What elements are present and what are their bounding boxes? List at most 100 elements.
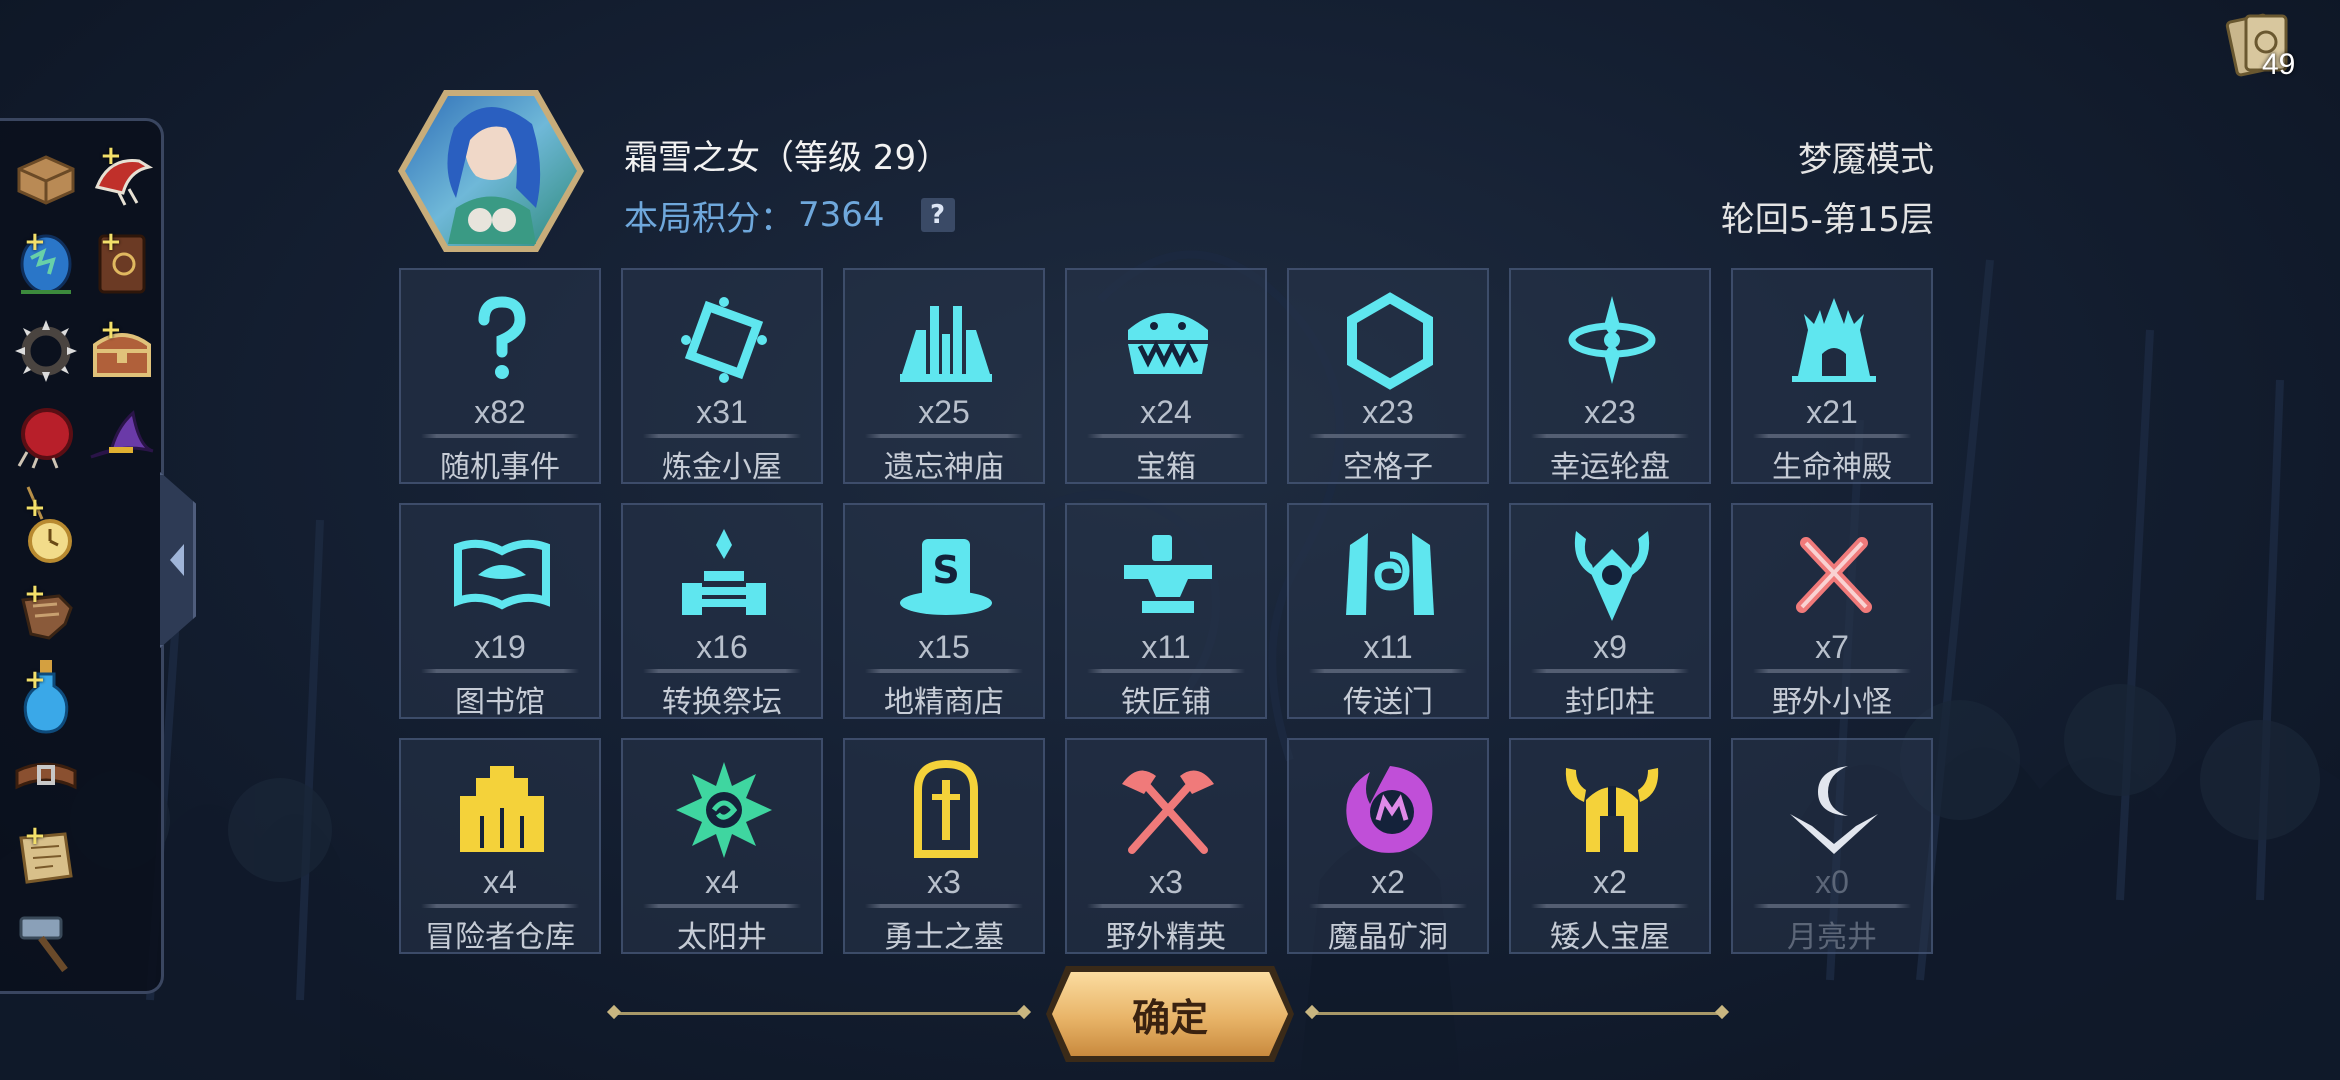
score-help-button[interactable]: ? xyxy=(920,198,955,232)
inventory-item-belt[interactable] xyxy=(10,741,82,813)
tile-seal-pillar[interactable]: x9 封印柱 xyxy=(1509,503,1711,720)
tile-label: 野外精英 xyxy=(1106,920,1226,955)
roulette-icon xyxy=(1568,296,1656,384)
inventory-item-parcel[interactable] xyxy=(10,141,82,213)
inventory-item-spiked-collar[interactable] xyxy=(10,315,82,387)
tile-label: 图书馆 xyxy=(455,685,545,720)
score-value: 7364 xyxy=(798,195,885,235)
tile-goblin-shop[interactable]: S x15 地精商店 xyxy=(843,503,1045,720)
upgrade-plus-icon: + xyxy=(24,493,46,523)
tile-life-shrine[interactable]: x21 生命神殿 xyxy=(1731,268,1933,485)
tile-lucky-roulette[interactable]: x23 幸运轮盘 xyxy=(1509,268,1711,485)
tile-count: x3 xyxy=(1149,864,1183,900)
tile-label: 幸运轮盘 xyxy=(1550,450,1670,485)
tile-count: x7 xyxy=(1815,629,1849,665)
inventory-item-hammer[interactable] xyxy=(10,905,82,977)
tile-alchemy-hut[interactable]: x31 炼金小屋 xyxy=(621,268,823,485)
crossed-swords-icon xyxy=(1796,537,1872,613)
tile-crystal-mine[interactable]: x2 魔晶矿洞 xyxy=(1287,738,1489,955)
tile-label: 野外小怪 xyxy=(1772,685,1892,720)
svg-text:S: S xyxy=(932,548,959,592)
tile-treasure-chest[interactable]: x24 宝箱 xyxy=(1065,268,1267,485)
tile-field-monster[interactable]: x7 野外小怪 xyxy=(1731,503,1933,720)
tombstone-icon xyxy=(914,760,978,858)
tile-label: 生命神殿 xyxy=(1772,450,1892,485)
seal-pillar-icon xyxy=(1574,531,1650,621)
tile-label: 矮人宝屋 xyxy=(1550,920,1670,955)
anvil-icon xyxy=(1124,535,1212,613)
tile-field-elite[interactable]: x3 野外精英 xyxy=(1065,738,1267,955)
tile-count: x24 xyxy=(1140,394,1192,430)
tile-count: x9 xyxy=(1593,629,1627,665)
tile-empty-cell[interactable]: x23 空格子 xyxy=(1287,268,1489,485)
tile-count: x16 xyxy=(696,629,748,665)
hero-name-level: 霜雪之女（等级 29） xyxy=(624,138,951,178)
tile-dwarf-treasure-house[interactable]: x2 矮人宝屋 xyxy=(1509,738,1711,955)
tile-count: x25 xyxy=(918,394,970,430)
tile-label: 魔晶矿洞 xyxy=(1328,920,1448,955)
dragon-egg-icon xyxy=(20,234,72,294)
inventory-item-spell-book[interactable]: + xyxy=(86,227,158,299)
alchemy-ring-icon xyxy=(681,297,767,383)
divider xyxy=(1753,434,1911,438)
inventory-item-pocket-watch[interactable]: + xyxy=(10,483,82,573)
tile-label: 转换祭坛 xyxy=(662,685,782,720)
tile-label: 月亮井 xyxy=(1787,920,1877,955)
warehouse-icon xyxy=(460,766,544,852)
inventory-item-treasure-chest[interactable]: + xyxy=(86,315,158,387)
crystal-cave-icon xyxy=(1346,766,1433,853)
tile-warrior-tomb[interactable]: x3 勇士之墓 xyxy=(843,738,1045,955)
dwarf-helmet-icon xyxy=(1565,768,1659,852)
divider xyxy=(421,904,579,908)
tile-label: 勇士之墓 xyxy=(884,920,1004,955)
red-horn-icon xyxy=(94,159,154,206)
tile-count: x3 xyxy=(927,864,961,900)
divider xyxy=(1753,669,1911,673)
tile-random-event[interactable]: x82 随机事件 xyxy=(399,268,601,485)
confirm-button[interactable]: 确定 xyxy=(1052,972,1288,1056)
tile-adventurer-warehouse[interactable]: x4 冒险者仓库 xyxy=(399,738,601,955)
belt-icon xyxy=(15,762,77,790)
divider xyxy=(1531,434,1689,438)
upgrade-plus-icon: + xyxy=(24,821,46,851)
hammer-icon xyxy=(19,916,68,973)
score-row: 本局积分： 7364 ? xyxy=(624,192,955,239)
hero-avatar[interactable] xyxy=(396,88,586,254)
goblin-hat-icon: S xyxy=(900,539,992,615)
inventory-item-dragon-egg[interactable]: + xyxy=(10,227,82,299)
tile-count: x4 xyxy=(483,864,517,900)
tile-moon-well[interactable]: x0 月亮井 xyxy=(1731,738,1933,955)
tile-portal[interactable]: x11 传送门 xyxy=(1287,503,1489,720)
difficulty-mode: 梦魇模式 xyxy=(1798,140,1934,180)
tile-blacksmith[interactable]: x11 铁匠铺 xyxy=(1065,503,1267,720)
life-shrine-icon xyxy=(1792,298,1876,382)
tile-forgotten-temple[interactable]: x25 遗忘神庙 xyxy=(843,268,1045,485)
red-shield-icon xyxy=(17,408,73,469)
inventory-item-potion[interactable]: + xyxy=(10,653,82,739)
inventory-item-red-horn[interactable]: + xyxy=(86,141,158,213)
tile-count: x11 xyxy=(1141,629,1191,665)
tile-count: x11 xyxy=(1363,629,1413,665)
question-mark-icon xyxy=(478,296,526,379)
inventory-item-scroll-map[interactable]: + xyxy=(10,821,82,893)
event-tile-grid: x82 随机事件 x31 炼金小屋 x25 遗忘神庙 x24 宝箱 x23 空格… xyxy=(399,268,1935,955)
divider xyxy=(865,434,1023,438)
sun-well-icon xyxy=(676,762,772,858)
inventory-item-wizard-hat[interactable] xyxy=(86,401,158,473)
inventory-item-red-shield[interactable] xyxy=(10,401,82,473)
tile-conversion-altar[interactable]: x16 转换祭坛 xyxy=(621,503,823,720)
tile-label: 地精商店 xyxy=(884,685,1004,720)
tile-sun-well[interactable]: x4 太阳井 xyxy=(621,738,823,955)
tile-label: 炼金小屋 xyxy=(662,450,782,485)
treasure-chest-icon xyxy=(93,333,151,377)
divider xyxy=(643,904,801,908)
tile-label: 太阳井 xyxy=(677,920,767,955)
confirm-divider-right xyxy=(1312,1012,1722,1015)
tile-count: x82 xyxy=(474,394,526,430)
score-label: 本局积分： xyxy=(624,198,794,239)
tile-count: x23 xyxy=(1362,394,1414,430)
inventory-item-gauntlet[interactable]: + xyxy=(10,579,82,651)
confirm-divider-left xyxy=(614,1012,1024,1015)
tile-library[interactable]: x19 图书馆 xyxy=(399,503,601,720)
card-count: 49 xyxy=(2262,48,2296,81)
